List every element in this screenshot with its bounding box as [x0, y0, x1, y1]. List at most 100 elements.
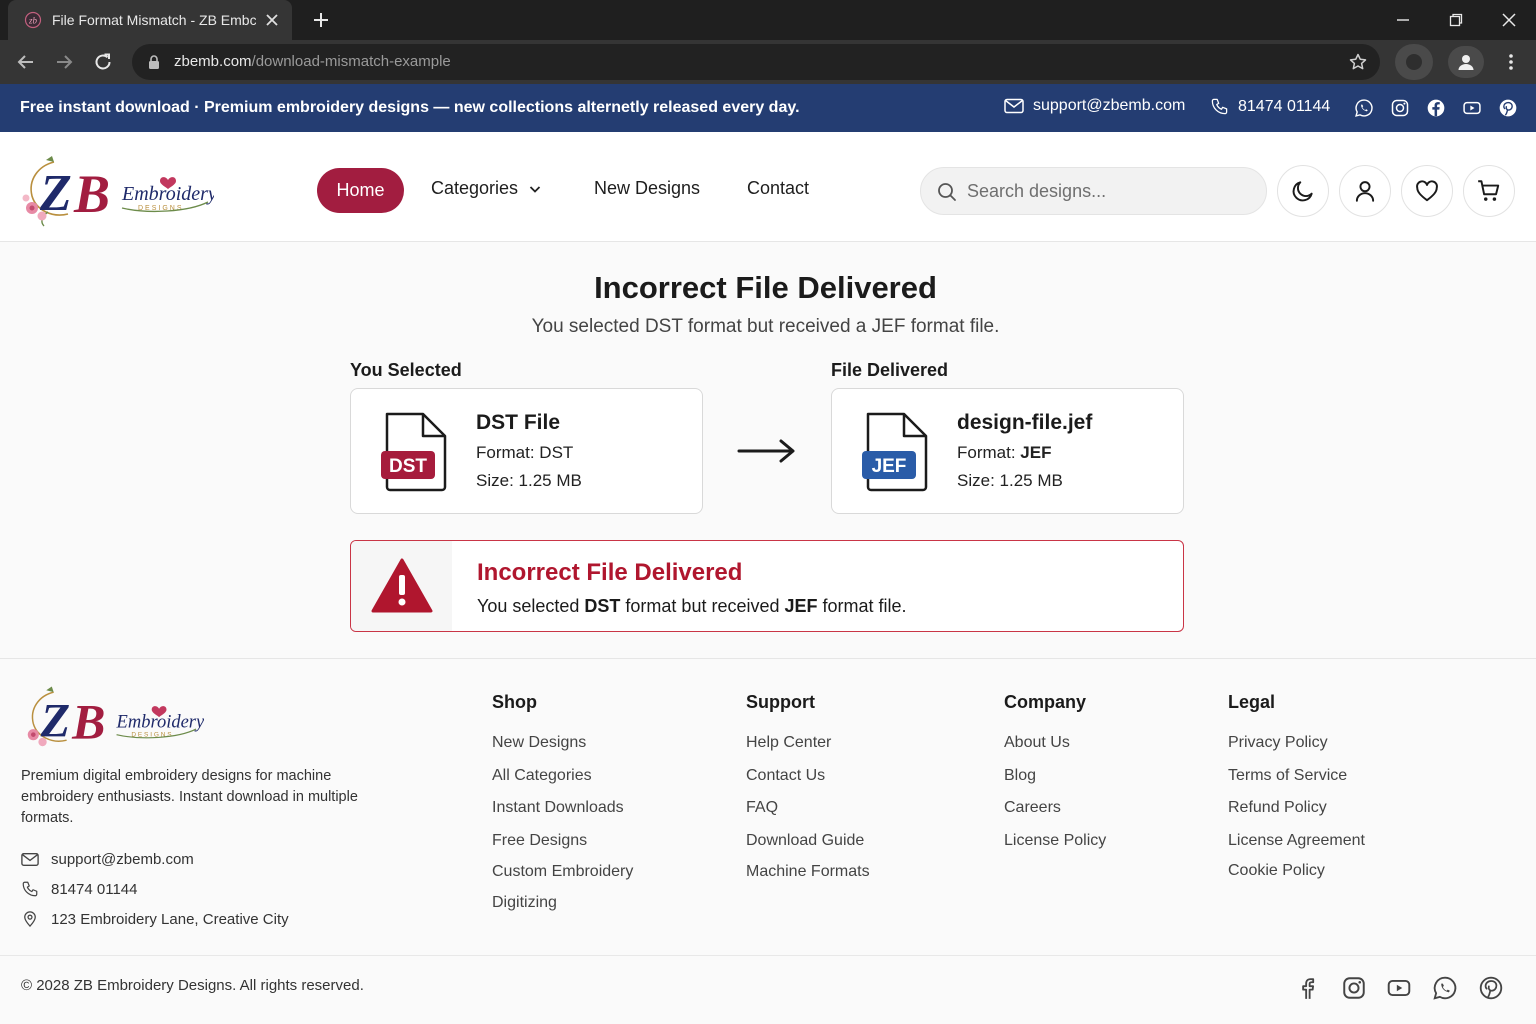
wishlist-button[interactable]: [1401, 165, 1453, 217]
footer-link[interactable]: Terms of Service: [1228, 767, 1347, 785]
dst-badge-text: DST: [389, 456, 427, 477]
copyright-text: © 2028 ZB Embroidery Designs. All rights…: [21, 977, 364, 994]
instagram-icon[interactable]: [1390, 98, 1410, 118]
extension-icon[interactable]: [1395, 44, 1433, 80]
address-bar[interactable]: zbemb.com/download-mismatch-example: [132, 44, 1380, 80]
footer-link[interactable]: Machine Formats: [746, 863, 870, 881]
browser-tab[interactable]: zb File Format Mismatch - ZB Embc: [8, 0, 292, 40]
footer-link[interactable]: All Categories: [492, 767, 592, 785]
footer-link[interactable]: Contact Us: [746, 767, 825, 785]
site-header: Z B Embroidery DESIGNS Home Categories N…: [0, 132, 1536, 242]
profile-icon[interactable]: [1448, 46, 1484, 78]
search-box: [920, 167, 1267, 215]
warning-icon: [371, 558, 432, 613]
kebab-menu-icon[interactable]: [1500, 51, 1522, 73]
footer-address-text: 123 Embroidery Lane, Creative City: [51, 910, 289, 928]
account-button[interactable]: [1339, 165, 1391, 217]
footer-link[interactable]: License Agreement: [1228, 832, 1365, 850]
topbar-phone-link[interactable]: 81474 01144: [1210, 97, 1330, 116]
footer-link[interactable]: Blog: [1004, 767, 1036, 785]
selected-file-card: DST DST File Format: DST Size: 1.25 MB: [350, 388, 703, 514]
facebook-icon[interactable]: [1295, 975, 1321, 1001]
footer-divider: [0, 955, 1536, 956]
mail-icon: [1004, 98, 1024, 114]
footer-link[interactable]: Refund Policy: [1228, 799, 1327, 817]
error-text-part: You selected: [477, 596, 585, 616]
jef-badge-text: JEF: [872, 456, 907, 477]
jef-file-icon: JEF: [860, 411, 930, 493]
cart-icon: [1478, 180, 1500, 201]
error-message: You selected DST format but received JEF…: [477, 596, 907, 617]
footer-phone: 81474 01144: [51, 880, 138, 898]
footer-link[interactable]: FAQ: [746, 799, 778, 817]
browser-toolbar: zbemb.com/download-mismatch-example: [0, 40, 1536, 84]
youtube-icon[interactable]: [1462, 98, 1482, 118]
chevron-down-icon: [529, 185, 541, 193]
url-host: zbemb.com: [174, 53, 252, 70]
format-label: Format:: [957, 443, 1021, 462]
youtube-icon[interactable]: [1386, 975, 1412, 1001]
footer-link[interactable]: About Us: [1004, 734, 1070, 752]
footer-link[interactable]: Privacy Policy: [1228, 734, 1328, 752]
topbar-email-link[interactable]: support@zbemb.com: [1004, 97, 1185, 115]
selected-file-label: You Selected: [350, 360, 462, 380]
footer-phone-link[interactable]: 81474 01144: [21, 880, 137, 898]
pinterest-icon[interactable]: [1498, 98, 1518, 118]
tab-title: File Format Mismatch - ZB Embc: [52, 12, 256, 28]
error-selected-format: DST: [584, 596, 621, 616]
error-title: Incorrect File Delivered: [477, 559, 743, 586]
facebook-icon[interactable]: [1426, 98, 1446, 118]
svg-text:B: B: [71, 693, 105, 749]
page-subtitle: You selected DST format but received a J…: [531, 316, 1000, 337]
browser-tab-strip: zb File Format Mismatch - ZB Embc: [0, 0, 1536, 40]
minimize-icon[interactable]: [1393, 10, 1413, 30]
nav-categories-label: Categories: [431, 178, 519, 198]
location-pin-icon: [24, 911, 36, 928]
bookmark-star-icon[interactable]: [1348, 52, 1368, 72]
reload-icon[interactable]: [92, 51, 114, 73]
new-tab-icon[interactable]: [310, 9, 332, 31]
nav-categories-dropdown[interactable]: Categories: [431, 178, 542, 199]
footer-email-link[interactable]: support@zbemb.com: [21, 851, 194, 868]
footer-link[interactable]: Download Guide: [746, 832, 864, 850]
footer-link[interactable]: Digitizing: [492, 894, 557, 912]
footer-logo[interactable]: Z B Embroidery DESIGNS: [18, 681, 204, 755]
restore-icon[interactable]: [1446, 10, 1466, 30]
search-input[interactable]: [967, 178, 1247, 204]
tab-close-icon[interactable]: [262, 10, 282, 30]
whatsapp-icon[interactable]: [1354, 98, 1374, 118]
footer-col-title-legal: Legal: [1228, 692, 1276, 712]
footer-link[interactable]: Cookie Policy: [1228, 862, 1325, 880]
format-value: DST: [539, 443, 574, 462]
error-delivered-format: JEF: [784, 596, 818, 616]
cart-button[interactable]: [1463, 165, 1515, 217]
site-favicon-icon: zb: [24, 11, 42, 29]
nav-new-designs-link[interactable]: New Designs: [594, 178, 700, 199]
theme-toggle-button[interactable]: [1277, 165, 1329, 217]
nav-contact-link[interactable]: Contact: [747, 178, 809, 199]
footer-col-title-shop: Shop: [492, 692, 537, 712]
whatsapp-icon[interactable]: [1432, 975, 1458, 1001]
url-text: zbemb.com/download-mismatch-example: [174, 53, 451, 70]
close-window-icon[interactable]: [1499, 10, 1519, 30]
forward-icon[interactable]: [53, 51, 75, 73]
page-title: Incorrect File Delivered: [594, 270, 937, 305]
back-icon[interactable]: [15, 51, 37, 73]
pinterest-icon[interactable]: [1478, 975, 1504, 1001]
instagram-icon[interactable]: [1341, 975, 1367, 1001]
site-logo[interactable]: Z B Embroidery DESIGNS: [18, 150, 214, 230]
delivered-file-format: Format: JEF: [957, 443, 1051, 463]
footer-link[interactable]: New Designs: [492, 734, 586, 752]
footer-link[interactable]: Free Designs: [492, 832, 587, 850]
footer-link[interactable]: Careers: [1004, 799, 1061, 817]
search-icon[interactable]: [936, 181, 958, 203]
footer-link[interactable]: Instant Downloads: [492, 799, 624, 817]
footer-link[interactable]: Help Center: [746, 734, 831, 752]
footer-link[interactable]: License Policy: [1004, 832, 1106, 850]
announcement-bar: Free instant download · Premium embroide…: [0, 84, 1536, 132]
alert-icon-container: [351, 541, 452, 631]
svg-text:zb: zb: [28, 16, 38, 26]
nav-home-button[interactable]: Home: [317, 168, 404, 213]
footer-address: 123 Embroidery Lane, Creative City: [21, 910, 289, 928]
footer-link[interactable]: Custom Embroidery: [492, 863, 633, 881]
